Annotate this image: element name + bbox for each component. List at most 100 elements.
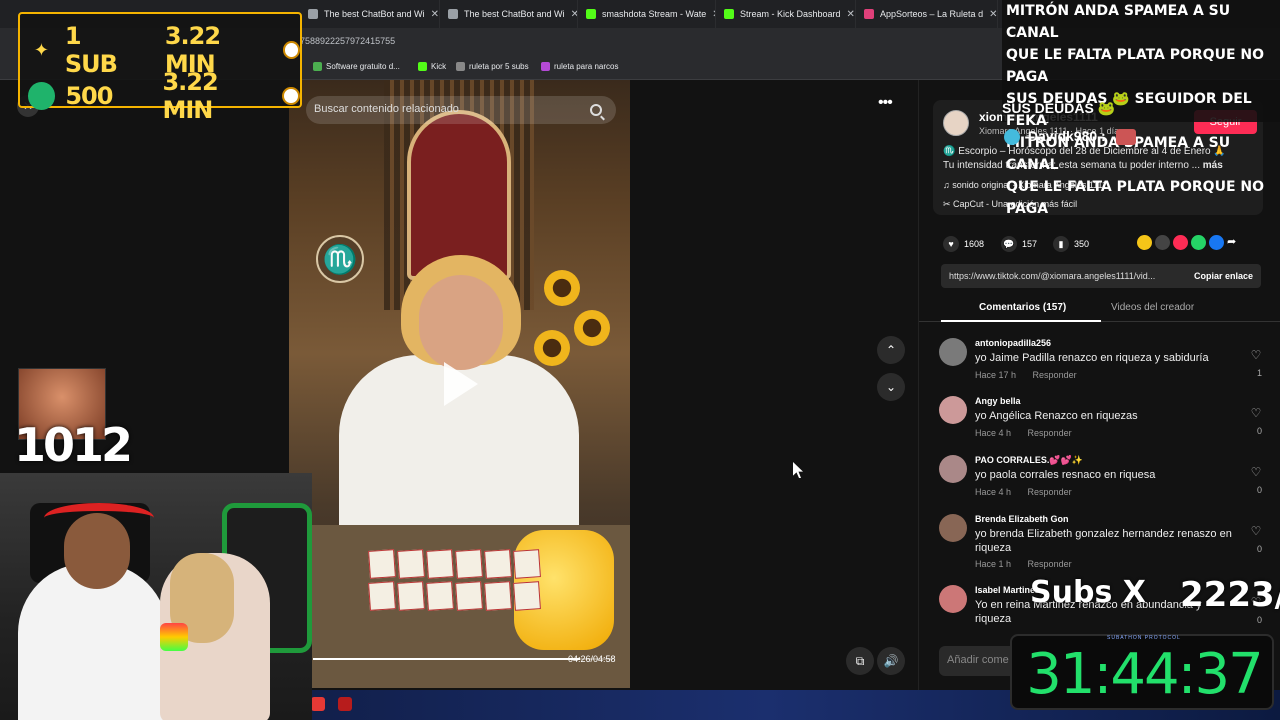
active-tab-indicator — [941, 320, 1101, 322]
video-scene-cards — [368, 549, 549, 611]
heart-icon: ♥ — [943, 236, 959, 252]
comment-like-count: 0 — [1256, 485, 1262, 495]
volume-button[interactable]: 🔊 — [877, 647, 905, 675]
save-stat[interactable]: ▮ 350 — [1053, 236, 1089, 252]
browser-tab[interactable]: Stream - Kick Dashboard ✕ — [716, 0, 856, 28]
chevron-up-icon: ⌃ — [885, 343, 897, 357]
more-options-icon[interactable]: ••• — [878, 94, 893, 112]
webcam-feed — [0, 473, 312, 720]
kicks-goal-label: 500 — [65, 82, 113, 110]
reply-button[interactable]: Responder — [1028, 487, 1072, 497]
picture-in-picture-icon: ⧉ — [855, 653, 865, 668]
ticker-line: QUE LE FALTA PLATA PORQUE NO PAGA — [1006, 179, 1265, 217]
bookmark-item[interactable]: ruleta para narcos — [541, 62, 618, 71]
tab-close-icon[interactable]: ✕ — [431, 9, 439, 20]
copy-link-button[interactable]: Copiar enlace — [1194, 271, 1253, 281]
avatar[interactable] — [939, 514, 967, 542]
browser-tab[interactable]: AppSorteos – La Ruleta d ✕ — [856, 0, 998, 28]
tab-close-icon[interactable]: ✕ — [571, 9, 577, 20]
comment-author[interactable]: Angy bella — [975, 396, 1021, 406]
comment-meta: Hace 4 h Responder — [975, 428, 1086, 438]
browser-tab[interactable]: The best ChatBot and Wi ✕ — [440, 0, 578, 28]
sunflower-shape — [574, 310, 610, 346]
avatar[interactable] — [939, 455, 967, 483]
comment-meta: Hace 1 h Responder — [975, 559, 1086, 569]
comment-text: yo Angélica Renazco en riquezas — [975, 410, 1138, 422]
reply-button[interactable]: Responder — [1028, 428, 1072, 438]
share-arrow-icon[interactable]: ➦ — [1227, 235, 1242, 250]
like-stat[interactable]: ♥ 1608 — [943, 236, 984, 252]
share-icons: ➦ — [1137, 235, 1242, 250]
tab-favicon-icon — [308, 9, 318, 19]
counter-value: 1012 — [14, 418, 133, 472]
tab-label: AppSorteos – La Ruleta d — [880, 9, 984, 19]
tab-creator-videos[interactable]: Videos del creador — [1111, 302, 1194, 313]
heart-icon[interactable]: ♡ — [1249, 348, 1263, 362]
heart-icon[interactable]: ♡ — [1249, 406, 1263, 420]
search-input[interactable]: Buscar contenido relacionado — [306, 96, 616, 124]
tab-close-icon[interactable]: ✕ — [989, 9, 997, 20]
send-icon[interactable] — [1173, 235, 1188, 250]
mouse-cursor-icon — [793, 462, 803, 478]
kicks-goal-row: 500 3.22 MIN — [28, 68, 300, 124]
bookmark-label: Kick — [431, 62, 447, 71]
avatar[interactable] — [939, 396, 967, 424]
comment-item: antoniopadilla256 yo Jaime Padilla renaz… — [939, 338, 1269, 393]
comment-author[interactable]: Brenda Elizabeth Gon — [975, 514, 1069, 524]
floating-player-button[interactable]: ⧉ — [846, 647, 874, 675]
kicks-goal-time: 3.22 MIN — [162, 68, 218, 124]
avatar[interactable] — [943, 110, 969, 136]
comment-stat[interactable]: 💬 157 — [1001, 236, 1037, 252]
tab-comments[interactable]: Comentarios (157) — [979, 302, 1066, 313]
tab-close-icon[interactable]: ✕ — [847, 9, 855, 20]
add-comment-placeholder: Añadir come — [947, 654, 1009, 666]
clock-icon — [282, 41, 300, 59]
bookmark-item[interactable]: Kick — [418, 62, 446, 71]
comment-author[interactable]: antoniopadilla256 — [975, 338, 1051, 348]
bookmark-item[interactable]: Software gratuito d... — [313, 62, 400, 71]
comment-item: Brenda Elizabeth Gon yo brenda Elizabeth… — [939, 514, 1269, 569]
reply-button[interactable]: Responder — [1028, 559, 1072, 569]
sparkle-icon: ✦ — [33, 39, 49, 61]
share-link-url[interactable]: https://www.tiktok.com/@xiomara.angeles1… — [949, 271, 1181, 281]
comment-time: Hace 4 h — [975, 428, 1012, 438]
whatsapp-icon[interactable] — [1191, 235, 1206, 250]
embed-icon[interactable] — [1155, 235, 1170, 250]
browser-tab[interactable]: The best ChatBot and Wi ✕ — [300, 0, 440, 28]
bookmark-label: ruleta para narcos — [554, 62, 619, 71]
comment-text: yo Jaime Padilla renazco en riqueza y sa… — [975, 352, 1209, 364]
browser-tab[interactable]: smashdota Stream - Wate ✕ — [578, 0, 716, 28]
tab-favicon-icon — [586, 9, 596, 19]
bookmark-label: Software gratuito d... — [326, 62, 400, 71]
coin-icon[interactable] — [1137, 235, 1152, 250]
avatar[interactable] — [939, 338, 967, 366]
reply-button[interactable]: Responder — [1033, 370, 1077, 380]
search-icon[interactable] — [590, 104, 602, 116]
previous-video-button[interactable]: ⌃ — [877, 336, 905, 364]
comment-author[interactable]: PAO CORRALES.💕💕✨ — [975, 455, 1083, 466]
goal-overlay: ✦ 1 SUB 3.22 MIN 500 3.22 MIN — [18, 12, 302, 124]
taskbar-app-icon[interactable] — [338, 697, 352, 711]
comment-like-count: 0 — [1256, 426, 1262, 436]
bookmark-favicon-icon — [541, 62, 550, 71]
video-player[interactable]: ♏ Buscar contenido relacionado 04:26/04:… — [289, 80, 630, 688]
next-video-button[interactable]: ⌄ — [877, 373, 905, 401]
facebook-icon[interactable] — [1209, 235, 1224, 250]
play-icon[interactable] — [444, 362, 478, 406]
taskbar-app-icon[interactable] — [311, 697, 325, 711]
save-count: 350 — [1074, 239, 1090, 249]
webcam-horns-shape — [44, 503, 154, 533]
sunflower-shape — [544, 270, 580, 306]
comment-text: yo brenda Elizabeth gonzalez hernandez r… — [975, 528, 1232, 554]
donor-name: Davidk980 : — [1027, 128, 1106, 144]
bookmark-item[interactable]: ruleta por 5 subs — [456, 62, 529, 71]
video-time: 04:26/04:58 — [568, 654, 616, 664]
avatar[interactable] — [939, 585, 967, 613]
subs-value: 2223/2 — [1180, 575, 1280, 615]
comment-text: yo paola corrales resnaco en riquesa — [975, 469, 1156, 481]
bookmark-favicon-icon — [456, 62, 465, 71]
heart-icon[interactable]: ♡ — [1249, 465, 1263, 479]
search-placeholder: Buscar contenido relacionado — [314, 103, 459, 115]
heart-icon[interactable]: ♡ — [1249, 524, 1263, 538]
address-url[interactable]: 7588922257972415755 — [300, 36, 395, 46]
